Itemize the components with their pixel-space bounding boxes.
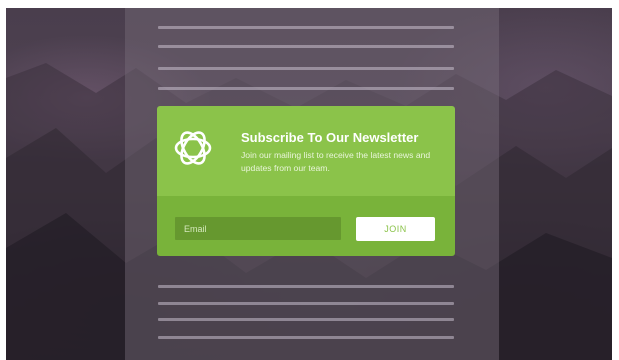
- text-line: [158, 318, 454, 321]
- newsletter-title: Subscribe To Our Newsletter: [241, 130, 419, 145]
- text-line: [158, 336, 454, 339]
- text-line: [158, 26, 454, 29]
- text-line: [158, 45, 454, 48]
- text-line: [158, 87, 454, 90]
- flower-logo-icon: [174, 131, 212, 165]
- newsletter-signup-card: Subscribe To Our Newsletter Join our mai…: [157, 106, 455, 256]
- text-line: [158, 67, 454, 70]
- text-line: [158, 302, 454, 305]
- join-button[interactable]: JOIN: [356, 217, 435, 241]
- newsletter-description: Join our mailing list to receive the lat…: [241, 150, 431, 173]
- email-input[interactable]: [175, 217, 341, 240]
- text-line: [158, 285, 454, 288]
